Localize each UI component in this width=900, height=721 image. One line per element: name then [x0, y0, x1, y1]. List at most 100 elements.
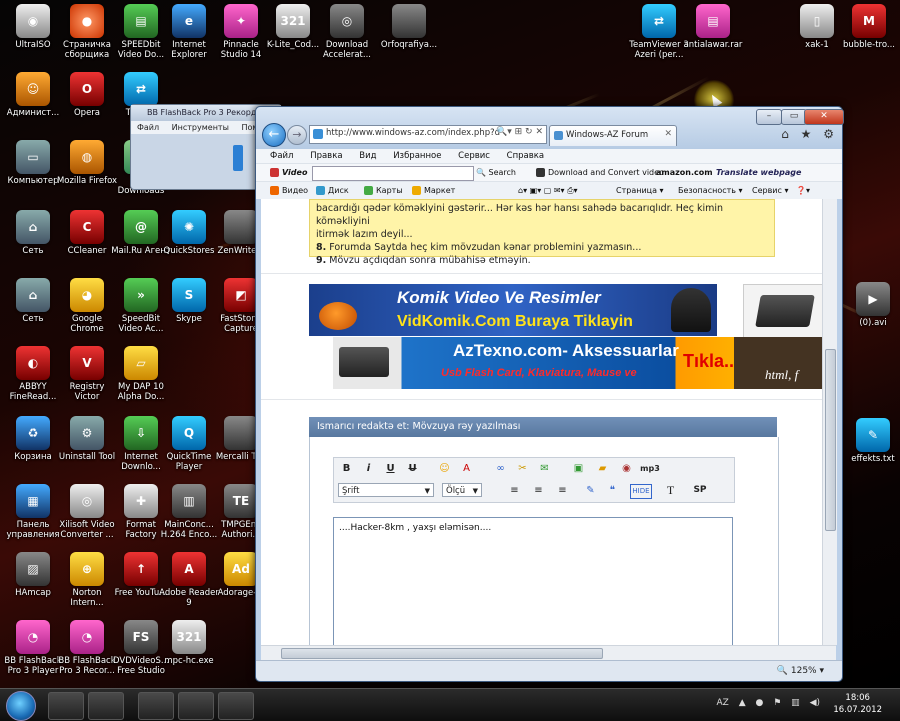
taskbar-ie-icon[interactable] [48, 692, 84, 720]
favorites-star-icon[interactable]: ★ [801, 127, 812, 141]
desktop-icon[interactable]: ♻ Корзина [2, 416, 64, 462]
clock[interactable]: 18:06 16.07.2012 [833, 692, 882, 716]
taskbar-chrome-icon[interactable] [138, 692, 174, 720]
image-icon[interactable]: ▣ [572, 462, 585, 475]
bb-record-button[interactable] [233, 145, 243, 171]
start-button[interactable] [6, 691, 36, 721]
menu-favorites[interactable]: Избранное [393, 151, 441, 161]
desktop-icon[interactable]: ◔ BB FlashBack Pro 3 Recor... [56, 620, 118, 676]
tray-flag-icon[interactable]: ⚑ [773, 698, 781, 708]
smiley-icon[interactable]: ☺ [438, 462, 451, 475]
desktop-icon[interactable]: ✎ effekts.txt [842, 418, 900, 464]
desktop-icon[interactable]: ◉ UltraISO [2, 4, 64, 50]
edit-icon[interactable]: ✎ [584, 484, 597, 497]
zoom-control[interactable]: 🔍 125% ▾ [777, 661, 824, 681]
tray-expand-icon[interactable]: ▲ [739, 698, 746, 708]
desktop-icon[interactable]: ⚙ Uninstall Tool [56, 416, 118, 462]
horizontal-scrollbar[interactable] [261, 645, 836, 660]
laptop-banner[interactable] [743, 284, 822, 338]
back-button[interactable]: ← [262, 123, 286, 147]
desktop-icon[interactable]: ● Страничка сборщика [56, 4, 118, 60]
align-right-icon[interactable]: ≡ [556, 484, 569, 497]
toolbar-search-button[interactable]: 🔍 Search [476, 164, 516, 182]
desktop-icon[interactable]: ⌂ Сеть [2, 210, 64, 256]
taskbar-norton-icon[interactable] [88, 692, 124, 720]
download-convert-button[interactable]: Download and Convert video [536, 164, 664, 182]
tray-app-icon[interactable]: ● [755, 698, 763, 708]
minimize-button[interactable]: – [756, 109, 782, 125]
italic-button[interactable]: i [362, 462, 375, 475]
desktop-icon[interactable]: ⌂ Сеть [2, 278, 64, 324]
translate-webpage-button[interactable]: Translate webpage [716, 164, 801, 182]
unlink-icon[interactable]: ✂ [516, 462, 529, 475]
desktop-icon[interactable]: O Opera [56, 72, 118, 118]
email-icon[interactable]: ✉ [538, 462, 551, 475]
strikethrough-button[interactable]: U [406, 462, 419, 475]
cmd-safety[interactable]: Безопасность ▾ [678, 182, 743, 199]
cmd-home-icon[interactable]: ⌂▾ ▣▾ ▢ ✉▾ ⎙▾ [518, 182, 578, 199]
bb-menu-tools[interactable]: Инструменты [172, 123, 229, 132]
font-select[interactable]: Şrift ▼ [338, 483, 434, 497]
desktop-icon[interactable]: V Registry Victor [56, 346, 118, 402]
link-icon[interactable]: ∞ [494, 462, 507, 475]
sp-button[interactable]: SP [690, 484, 710, 497]
vertical-scroll-thumb[interactable] [825, 349, 836, 531]
close-button[interactable]: ✕ [804, 109, 844, 125]
folder-icon[interactable]: ▰ [596, 462, 609, 475]
fav-market[interactable]: Маркет [412, 182, 455, 199]
aztexno-banner[interactable]: AzTexno.com- Aksessuarlar Usb Flash Card… [333, 337, 822, 389]
desktop-icon[interactable]: ☺ Админист... [2, 72, 64, 118]
desktop-icon[interactable]: ▱ My DAP 10 Alpha Do... [110, 346, 172, 402]
desktop-icon[interactable]: ⊕ Norton Intern... [56, 552, 118, 608]
desktop-icon[interactable]: ◐ ABBYY FineRead... [2, 346, 64, 402]
desktop-icon[interactable]: ◎ Download Accelerat... [316, 4, 378, 60]
hide-button[interactable]: HIDE [630, 484, 652, 499]
desktop-icon[interactable]: 321 K-Lite_Cod... [262, 4, 324, 50]
help-icon[interactable]: ❓▾ [796, 182, 810, 199]
tab-close-icon[interactable]: ✕ [664, 129, 672, 139]
cmd-tools[interactable]: Сервис ▾ [752, 182, 788, 199]
desktop-icon[interactable]: ▦ Панель управления [2, 484, 64, 540]
taskbar-bbflashback-icon[interactable] [218, 692, 254, 720]
vertical-scrollbar[interactable] [822, 199, 837, 645]
size-select[interactable]: Ölçü ▼ [442, 483, 482, 497]
horizontal-scroll-thumb[interactable] [281, 648, 603, 659]
desktop-icon[interactable]: ▨ HAmcap [2, 552, 64, 598]
desktop-icon[interactable]: ◎ Xilisoft Video Converter ... [56, 484, 118, 540]
menu-view[interactable]: Вид [359, 151, 376, 161]
text-color-icon[interactable]: A [460, 462, 473, 475]
toolbar-search-input[interactable] [312, 166, 474, 181]
mp3-button[interactable]: mp3 [640, 462, 660, 475]
address-controls[interactable]: 🔍▾ ⊞ ↻ ✕ [496, 127, 543, 137]
menu-tools[interactable]: Сервис [458, 151, 490, 161]
amazon-button[interactable]: amazon.com [656, 164, 713, 182]
underline-button[interactable]: U [384, 462, 397, 475]
browser-window[interactable]: – ▭ ✕ ← → http://www.windows-az.com/inde… [255, 106, 844, 682]
fav-disk[interactable]: Диск [316, 182, 349, 199]
desktop-icon[interactable]: ⇄ TeamViewer 3 Azeri (per... [628, 4, 690, 60]
fav-video[interactable]: Видео [270, 182, 308, 199]
taskbar-explorer-icon[interactable] [178, 692, 214, 720]
tab-windows-az-forum[interactable]: Windows-AZ Forum ✕ [549, 125, 677, 146]
desktop-icon[interactable]: 321 mpc-hc.exe [158, 620, 220, 666]
bold-button[interactable]: B [340, 462, 353, 475]
desktop-icon[interactable]: Mbubble-tro... [838, 4, 900, 50]
desktop-icon[interactable]: ▤ antialawar.rar [682, 4, 744, 50]
desktop-icon[interactable]: ▶ (0).avi [842, 282, 900, 328]
desktop-icon[interactable]: ◕ Google Chrome [56, 278, 118, 334]
cmd-page[interactable]: Страница ▾ [616, 182, 664, 199]
tools-gear-icon[interactable]: ⚙ [823, 127, 834, 141]
address-bar[interactable]: http://www.windows-az.com/index.php?d 🔍▾… [309, 125, 547, 144]
desktop-icon[interactable]: C CCleaner [56, 210, 118, 256]
tray-network-icon[interactable]: ▥ [791, 698, 800, 708]
video-toolbar-dropdown[interactable]: Video [270, 164, 307, 182]
desktop-icon[interactable]: ◍ Mozilla Firefox [56, 140, 118, 186]
message-textarea[interactable]: ....Hacker-8km , yaxşı eləmisən.... [333, 517, 733, 645]
desktop-icon[interactable]: ▭ Компьютер [2, 140, 64, 186]
text-t-button[interactable]: T [664, 484, 677, 497]
forward-button[interactable]: → [287, 125, 307, 145]
language-indicator[interactable]: AZ [716, 698, 728, 708]
desktop-icon[interactable]: ◔ BB FlashBack Pro 3 Player [2, 620, 64, 676]
align-center-icon[interactable]: ≡ [532, 484, 545, 497]
vidkomik-banner[interactable]: Komik Video Ve Resimler VidKomik.Com Bur… [309, 284, 717, 336]
